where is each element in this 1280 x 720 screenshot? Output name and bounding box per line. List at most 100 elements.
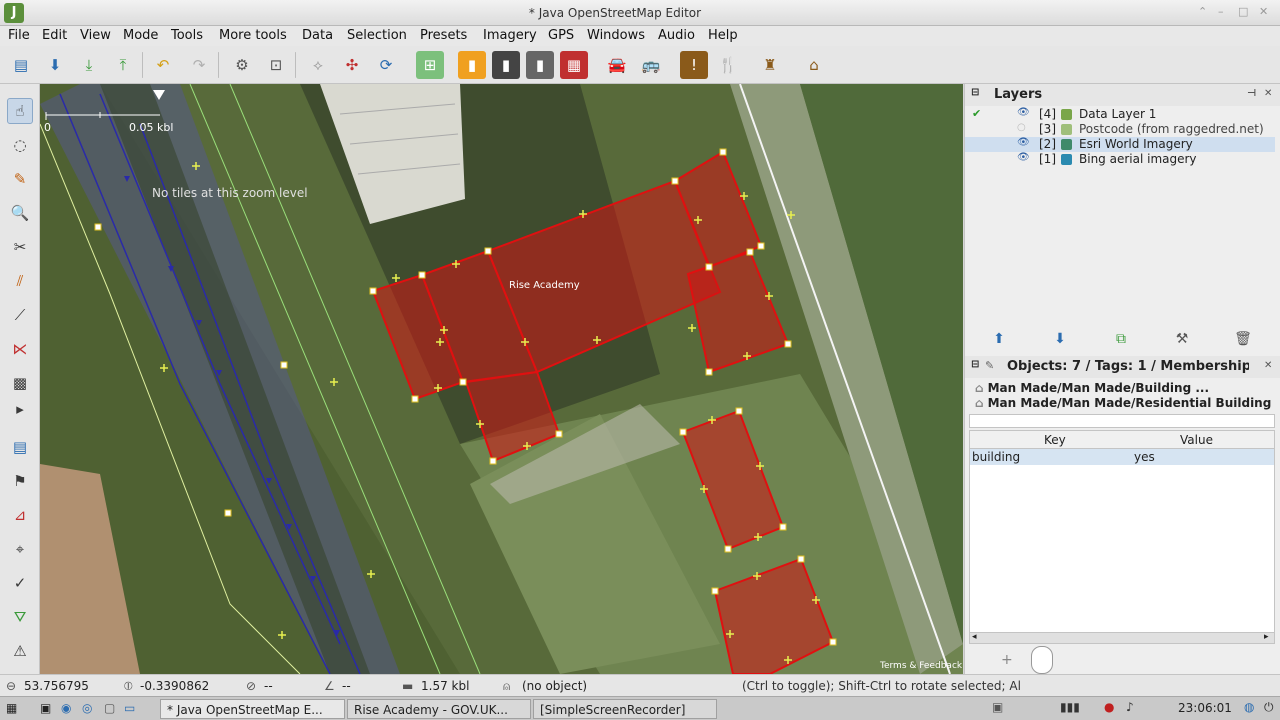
draw-mode-icon[interactable]: ✎: [7, 166, 33, 192]
value-column-header[interactable]: Value: [1180, 433, 1213, 447]
zoom-mode-icon[interactable]: 🔍: [7, 200, 33, 226]
track-preset-icon[interactable]: ▮: [526, 51, 554, 79]
split-way-icon[interactable]: ⟡: [304, 51, 332, 79]
road-preset-icon[interactable]: ▮: [492, 51, 520, 79]
preferences-icon[interactable]: ⚙: [228, 51, 256, 79]
menu-tools[interactable]: Tools: [171, 28, 203, 43]
collapse-icon[interactable]: ⊟: [971, 359, 979, 370]
map-canvas[interactable]: 0 0.05 kbl No tiles at this zoom level R…: [40, 84, 963, 674]
collapse-icon[interactable]: ⊟: [971, 87, 979, 98]
task-browser[interactable]: Rise Academy - GOV.UK...: [347, 699, 531, 719]
visibility-icon[interactable]: 👁: [1017, 107, 1030, 118]
upload-icon[interactable]: ⤒: [109, 51, 137, 79]
tray-icon[interactable]: ▣: [992, 700, 1003, 714]
tag-dialog-icon[interactable]: ⚑: [7, 468, 33, 494]
conflict-icon[interactable]: ⚠: [7, 638, 33, 664]
industrial-icon[interactable]: ⌂: [800, 51, 828, 79]
desktop-icon[interactable]: ▣: [40, 701, 51, 715]
start-menu-icon[interactable]: ▦: [6, 701, 17, 715]
screen-icon[interactable]: ▭: [124, 701, 135, 715]
terminal-icon[interactable]: ▢: [104, 701, 115, 715]
move-up-icon[interactable]: ⬆: [985, 328, 1013, 350]
menu-mode[interactable]: Mode: [123, 28, 158, 43]
visibility-icon[interactable]: 👁: [1017, 137, 1030, 148]
download-icon[interactable]: ⤓: [75, 51, 103, 79]
shade-icon[interactable]: ⌃: [1198, 5, 1207, 18]
building-preset-icon[interactable]: ▦: [560, 51, 588, 79]
layer-row[interactable]: 👁 [2] Esri World Imagery: [965, 137, 1275, 152]
parallel-way-icon[interactable]: ⫽: [7, 268, 33, 294]
menu-view[interactable]: View: [80, 28, 111, 43]
undo-icon[interactable]: ↶: [149, 51, 177, 79]
save-icon[interactable]: ⬇: [41, 51, 69, 79]
task-recorder[interactable]: [SimpleScreenRecorder]: [533, 699, 717, 719]
toggle-dialog-icon[interactable]: ▤: [7, 434, 33, 460]
menu-file[interactable]: File: [8, 28, 30, 43]
expand-icon[interactable]: ▸: [7, 396, 33, 422]
filter-icon[interactable]: ⛛: [7, 604, 33, 630]
restaurant-icon[interactable]: 🍴: [714, 51, 742, 79]
select-mode-icon[interactable]: ☝: [7, 98, 33, 124]
tag-row[interactable]: building yes: [970, 449, 1274, 465]
menu-help[interactable]: Help: [708, 28, 738, 43]
power-icon[interactable]: ⏻: [1264, 700, 1274, 715]
menu-gps[interactable]: GPS: [548, 28, 574, 43]
delete-layer-icon[interactable]: 🗑: [1229, 328, 1257, 350]
visibility-icon[interactable]: 👁: [1017, 152, 1030, 163]
imagery-attribution[interactable]: Terms & Feedback: [879, 661, 963, 671]
preset-row[interactable]: ⌂ Man Made/Man Made/Residential Building …: [975, 396, 1275, 410]
chrome-icon[interactable]: ◎: [82, 701, 92, 715]
task-josm[interactable]: * Java OpenStreetMap E...: [160, 699, 345, 719]
tag-icon[interactable]: ⊡: [262, 51, 290, 79]
improve-way-icon[interactable]: ⟋: [7, 302, 33, 328]
network-icon[interactable]: ◍: [1244, 700, 1254, 714]
menu-more-tools[interactable]: More tools: [219, 28, 287, 43]
menu-edit[interactable]: Edit: [42, 28, 67, 43]
merge-layer-icon[interactable]: ⧉: [1107, 328, 1135, 350]
layer-row[interactable]: ○ [3] Postcode (from raggedred.net): [965, 122, 1275, 137]
combine-way-icon[interactable]: ✣: [338, 51, 366, 79]
menu-imagery[interactable]: Imagery: [483, 28, 537, 43]
key-column-header[interactable]: Key: [1044, 433, 1066, 447]
record-icon[interactable]: ●: [1104, 700, 1114, 714]
layer-tools-icon[interactable]: ⚒: [1168, 328, 1196, 350]
redo-icon[interactable]: ↷: [185, 51, 213, 79]
close-panel-icon[interactable]: ✕: [1264, 88, 1272, 99]
history-dialog-icon[interactable]: ⌖: [7, 536, 33, 562]
scroll-right-icon[interactable]: ▸: [1264, 632, 1269, 642]
preset-row[interactable]: ⌂ Man Made/Man Made/Building ...: [975, 381, 1275, 395]
attention-icon[interactable]: !: [680, 51, 708, 79]
layer-row[interactable]: ✔ 👁 [4] Data Layer 1: [965, 107, 1275, 122]
relation-dialog-icon[interactable]: ⊿: [7, 502, 33, 528]
highway-preset-icon[interactable]: ▮: [458, 51, 486, 79]
move-down-icon[interactable]: ⬇: [1046, 328, 1074, 350]
close-icon[interactable]: ✕: [1259, 5, 1268, 18]
extrude-icon[interactable]: ⋉: [7, 336, 33, 362]
menu-windows[interactable]: Windows: [587, 28, 645, 43]
delete-mode-icon[interactable]: ✂: [7, 234, 33, 260]
building-tool-icon[interactable]: ▩: [7, 370, 33, 396]
add-tag-icon[interactable]: +: [1001, 652, 1013, 668]
minimize-icon[interactable]: –: [1218, 5, 1224, 18]
volume-icon[interactable]: ♪: [1126, 700, 1134, 714]
car-icon[interactable]: 🚘: [603, 51, 631, 79]
menu-presets[interactable]: Presets: [420, 28, 467, 43]
lasso-icon[interactable]: ◌: [7, 132, 33, 158]
castle-icon[interactable]: ♜: [756, 51, 784, 79]
browser-icon[interactable]: ◉: [61, 701, 71, 715]
dock-icon[interactable]: ⊣: [1247, 88, 1256, 99]
visibility-icon[interactable]: ○: [1017, 122, 1026, 133]
layer-row[interactable]: 👁 [1] Bing aerial imagery: [965, 152, 1275, 167]
close-panel-icon[interactable]: ✕: [1264, 360, 1272, 371]
validation-icon[interactable]: ✓: [7, 570, 33, 596]
menu-data[interactable]: Data: [302, 28, 333, 43]
menu-selection[interactable]: Selection: [347, 28, 407, 43]
horizontal-scrollbar[interactable]: ◂ ▸: [969, 632, 1275, 644]
scroll-left-icon[interactable]: ◂: [972, 632, 977, 642]
orthogonalize-icon[interactable]: ⊞: [416, 51, 444, 79]
menu-audio[interactable]: Audio: [658, 28, 695, 43]
reverse-way-icon[interactable]: ⟳: [372, 51, 400, 79]
bus-icon[interactable]: 🚌: [637, 51, 665, 79]
open-file-icon[interactable]: ▤: [7, 51, 35, 79]
maximize-icon[interactable]: □: [1238, 5, 1248, 18]
